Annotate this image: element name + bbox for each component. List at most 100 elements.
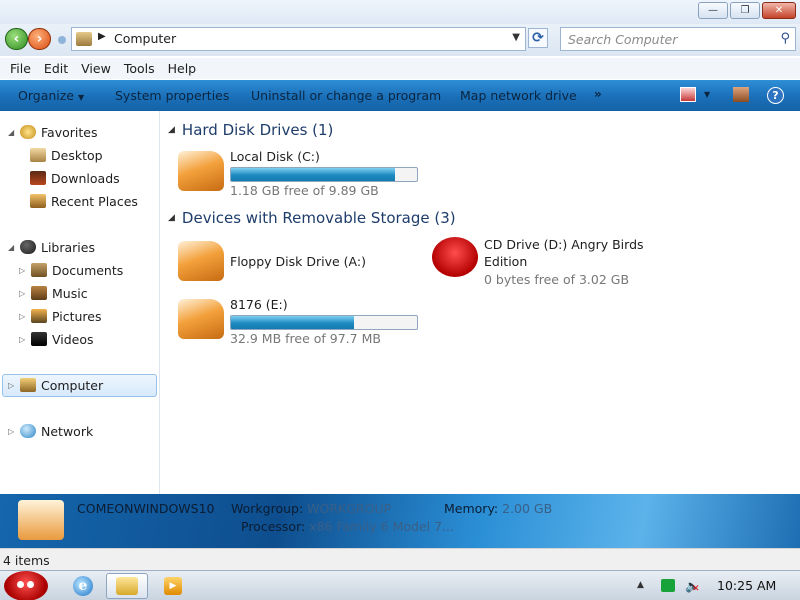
collapsed-triangle-icon[interactable]: ▷ [8, 427, 18, 436]
content-pane: ◢ Hard Disk Drives (1) Local Disk (C:) 1… [160, 111, 800, 494]
back-button[interactable]: ‹ [5, 28, 28, 50]
memory-label: Memory: [444, 501, 499, 516]
menu-file[interactable]: File [10, 61, 31, 76]
pictures-icon [31, 309, 47, 323]
group-removable-label: Devices with Removable Storage (3) [181, 209, 456, 227]
collapsed-triangle-icon[interactable]: ▷ [8, 381, 18, 390]
collapsed-triangle-icon[interactable]: ▷ [19, 335, 29, 344]
search-icon[interactable]: ⚲ [780, 31, 790, 46]
help-icon[interactable]: ? [767, 87, 784, 104]
action-center-icon[interactable] [661, 579, 675, 592]
computer-icon [76, 32, 92, 46]
expanded-triangle-icon[interactable]: ◢ [168, 125, 175, 135]
taskbar-windows-explorer[interactable] [106, 573, 148, 599]
volume-muted-icon: ✕ [692, 584, 700, 594]
nav-videos[interactable]: ▷ Videos [19, 329, 94, 349]
more-commands-button[interactable]: » [594, 87, 602, 101]
refresh-button[interactable]: ⟳ [528, 28, 548, 48]
drive-e-usage-fill [231, 316, 354, 329]
expanded-triangle-icon[interactable]: ◢ [8, 243, 18, 252]
expanded-triangle-icon[interactable]: ◢ [168, 213, 175, 223]
nav-desktop-label: Desktop [51, 147, 103, 163]
drive-c-free-space: 1.18 GB free of 9.89 GB [230, 183, 379, 198]
drive-c[interactable]: Local Disk (C:) 1.18 GB free of 9.89 GB [178, 149, 438, 201]
menu-bar: File Edit View Tools Help [0, 58, 800, 79]
collapsed-triangle-icon[interactable]: ▷ [19, 312, 29, 321]
nav-favorites[interactable]: ◢ Favorites [8, 122, 97, 142]
taskbar-media-player[interactable]: ▶ [152, 573, 194, 599]
network-icon [20, 424, 36, 438]
forward-button[interactable]: › [28, 28, 51, 50]
search-input[interactable]: Search Computer ⚲ [560, 27, 796, 51]
details-pane: COMEONWINDOWS10 Workgroup: WORKGROUP Mem… [0, 494, 800, 548]
floppy-drive-icon [178, 241, 224, 281]
search-placeholder: Search Computer [568, 32, 678, 47]
nav-pictures-label: Pictures [52, 308, 102, 324]
organize-label: Organize [18, 88, 74, 103]
nav-music-label: Music [52, 285, 88, 301]
maximize-button[interactable]: ❐ [730, 2, 760, 19]
drive-e[interactable]: 8176 (E:) 32.9 MB free of 97.7 MB [178, 297, 438, 349]
documents-icon [31, 263, 47, 277]
drive-e-name: 8176 (E:) [230, 297, 288, 312]
expanded-triangle-icon[interactable]: ◢ [8, 128, 18, 137]
window-controls: — ❐ ✕ [698, 2, 796, 19]
menu-help[interactable]: Help [168, 61, 197, 76]
nav-music[interactable]: ▷ Music [19, 283, 88, 303]
group-hard-disk-drives[interactable]: ◢ Hard Disk Drives (1) [168, 121, 333, 139]
collapsed-triangle-icon[interactable]: ▷ [19, 289, 29, 298]
show-hidden-icons-button[interactable]: ▲ [637, 580, 644, 590]
map-network-drive-button[interactable]: Map network drive [460, 88, 577, 103]
address-bar[interactable]: ▶ Computer ▼ [71, 27, 526, 51]
angry-bird-eye-icon [17, 581, 24, 588]
breadcrumb-arrow-icon[interactable]: ▶ [98, 31, 106, 42]
drive-a-name: Floppy Disk Drive (A:) [230, 254, 366, 269]
address-dropdown-icon[interactable]: ▼ [512, 32, 520, 43]
computer-details-icon [18, 500, 64, 540]
nav-recent-label: Recent Places [51, 193, 138, 209]
preview-pane-icon[interactable] [733, 87, 749, 102]
clock[interactable]: 10:25 AM [717, 578, 776, 593]
chevron-down-icon: ▼ [78, 93, 85, 102]
address-row: ‹ › ▶ Computer ▼ ⟳ Search Computer ⚲ [0, 24, 800, 56]
close-button[interactable]: ✕ [762, 2, 796, 19]
internet-explorer-icon: e [73, 576, 93, 596]
nav-pictures[interactable]: ▷ Pictures [19, 306, 102, 326]
menu-view[interactable]: View [81, 61, 111, 76]
uninstall-program-button[interactable]: Uninstall or change a program [251, 88, 441, 103]
forward-arrow-icon: › [36, 31, 43, 47]
nav-documents[interactable]: ▷ Documents [19, 260, 123, 280]
start-button[interactable] [4, 571, 48, 600]
nav-recent-places[interactable]: Recent Places [30, 191, 138, 211]
drive-a[interactable]: Floppy Disk Drive (A:) [178, 241, 418, 285]
recent-pages-dropdown[interactable] [58, 36, 66, 44]
menu-edit[interactable]: Edit [44, 61, 68, 76]
nav-videos-label: Videos [52, 331, 94, 347]
hard-disk-icon [178, 151, 224, 191]
drive-e-usage-bar [230, 315, 418, 330]
downloads-icon [30, 171, 46, 185]
drive-d-free-space: 0 bytes free of 3.02 GB [484, 272, 630, 287]
view-options-chevron-icon[interactable]: ▼ [704, 90, 710, 99]
taskbar-internet-explorer[interactable]: e [62, 573, 104, 599]
nav-network[interactable]: ▷ Network [8, 421, 93, 441]
nav-computer[interactable]: ▷ Computer [8, 375, 103, 395]
drive-d[interactable]: CD Drive (D:) Angry Birds Edition 0 byte… [432, 237, 682, 289]
nav-libraries[interactable]: ◢ Libraries [8, 237, 95, 257]
collapsed-triangle-icon[interactable]: ▷ [19, 266, 29, 275]
workgroup-value: WORKGROUP [307, 501, 392, 516]
system-properties-button[interactable]: System properties [115, 88, 229, 103]
nav-downloads[interactable]: Downloads [30, 168, 120, 188]
minimize-button[interactable]: — [698, 2, 728, 19]
libraries-icon [20, 240, 36, 254]
command-bar: Organize ▼ System properties Uninstall or… [0, 80, 800, 111]
organize-button[interactable]: Organize ▼ [18, 88, 84, 103]
refresh-icon: ⟳ [532, 30, 544, 46]
group-removable-storage[interactable]: ◢ Devices with Removable Storage (3) [168, 209, 456, 227]
taskbar: e ▶ ▲ 🔈 ✕ 10:25 AM [0, 570, 800, 600]
breadcrumb-computer[interactable]: Computer [114, 31, 176, 46]
nav-desktop[interactable]: Desktop [30, 145, 103, 165]
memory-info: Memory: 2.00 GB [444, 501, 552, 516]
change-view-icon[interactable] [680, 87, 696, 102]
menu-tools[interactable]: Tools [124, 61, 155, 76]
